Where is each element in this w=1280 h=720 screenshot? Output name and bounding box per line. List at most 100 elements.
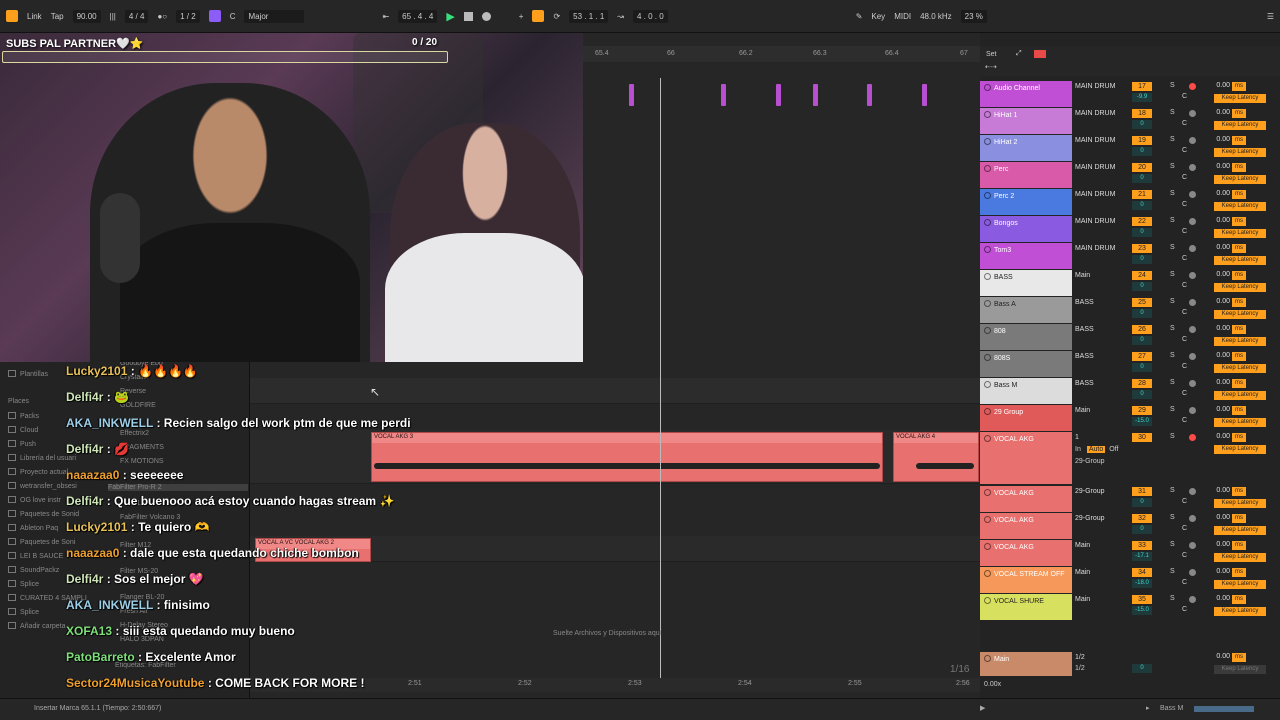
track-delay[interactable]: 0.00 <box>1198 487 1230 496</box>
track-volume[interactable]: 0 <box>1132 498 1152 507</box>
track-number[interactable]: 30 <box>1132 433 1152 442</box>
chat-username[interactable]: Lucky2101 <box>66 364 127 378</box>
keep-latency-button[interactable]: Keep Latency <box>1214 94 1266 103</box>
crossfade-button[interactable]: C <box>1182 336 1187 343</box>
channel-name[interactable]: VOCAL AKG <box>980 486 1072 512</box>
browser-item[interactable]: LEI B SAUCE <box>8 552 63 560</box>
mixer-channel[interactable]: VOCAL AKG 29-Group 32 0 S C 0.00 ms Keep Latency <box>980 513 1280 540</box>
chat-username[interactable]: AKA_INKWELL <box>66 416 153 430</box>
track-volume[interactable]: 0 <box>1132 255 1152 264</box>
audio-clip[interactable]: VOCAL AKG 4 <box>893 432 979 482</box>
metronome-icon[interactable]: ||| <box>110 12 116 21</box>
track-number[interactable]: 27 <box>1132 352 1152 361</box>
track-activator-icon[interactable] <box>984 597 991 604</box>
track-activator-icon[interactable] <box>984 192 991 199</box>
solo-button[interactable]: S <box>1170 487 1175 494</box>
track-volume[interactable]: -15.0 <box>1132 417 1152 426</box>
browser-item[interactable]: Push <box>8 440 36 448</box>
monitor-controls[interactable]: In Auto Off <box>1075 446 1118 453</box>
arm-button[interactable] <box>1189 137 1196 144</box>
mixer-channel[interactable]: Tom3 MAIN DRUM 23 0 S C 0.00 ms Keep Latency <box>980 243 1280 270</box>
keep-latency-button[interactable]: Keep Latency <box>1214 202 1266 211</box>
track-select-icon[interactable]: ▸ <box>1146 704 1150 712</box>
solo-button[interactable]: S <box>1170 82 1175 89</box>
midi-note[interactable] <box>813 84 818 106</box>
output-routing[interactable]: MAIN DRUM <box>1075 218 1115 225</box>
channel-name[interactable]: Audio Channel <box>980 81 1072 107</box>
keep-latency-button[interactable]: Keep Latency <box>1214 121 1266 130</box>
midi-note[interactable] <box>721 84 726 106</box>
midi-note[interactable] <box>922 84 927 106</box>
delay-unit[interactable]: ms <box>1232 217 1246 226</box>
track-number[interactable]: 21 <box>1132 190 1152 199</box>
channel-name[interactable]: BASS <box>980 270 1072 296</box>
track-volume[interactable]: 0 <box>1132 228 1152 237</box>
input-routing[interactable]: 1 <box>1075 434 1079 441</box>
midi-note[interactable] <box>776 84 781 106</box>
track-number[interactable]: 20 <box>1132 163 1152 172</box>
track-delay[interactable]: 0.00 <box>1198 595 1230 604</box>
track-number[interactable]: 34 <box>1132 568 1152 577</box>
track-volume[interactable]: 0 <box>1132 525 1152 534</box>
track-volume[interactable]: -17.1 <box>1132 552 1152 561</box>
keep-latency-button[interactable]: Keep Latency <box>1214 526 1266 535</box>
solo-button[interactable]: S <box>1170 568 1175 575</box>
loop-icon[interactable]: ⟳ <box>553 12 560 21</box>
keep-latency-button[interactable]: Keep Latency <box>1214 445 1266 454</box>
delay-unit[interactable]: ms <box>1232 433 1246 442</box>
track-activator-icon[interactable] <box>984 111 991 118</box>
keep-latency-button[interactable]: Keep Latency <box>1214 148 1266 157</box>
track-number[interactable]: 29 <box>1132 406 1152 415</box>
track-activator-icon[interactable] <box>984 435 991 442</box>
chat-username[interactable]: Delfi4r <box>66 572 103 586</box>
output-routing[interactable]: MAIN DRUM <box>1075 110 1115 117</box>
crossfade-button[interactable]: C <box>1182 363 1187 370</box>
solo-button[interactable]: S <box>1170 271 1175 278</box>
crossfade-button[interactable]: C <box>1182 525 1187 532</box>
arm-button[interactable] <box>1189 83 1196 90</box>
chat-username[interactable]: naaazaa0 <box>66 546 119 560</box>
channel-name[interactable]: Perc 2 <box>980 189 1072 215</box>
browser-item[interactable]: Cloud <box>8 426 38 434</box>
track-activator-icon[interactable] <box>984 489 991 496</box>
delay-unit[interactable]: ms <box>1232 82 1246 91</box>
solo-button[interactable]: S <box>1170 433 1175 440</box>
keep-latency-button[interactable]: Keep Latency <box>1214 665 1266 674</box>
track-volume[interactable]: 0 <box>1132 309 1152 318</box>
output-routing[interactable]: 29-Group <box>1075 458 1105 465</box>
crossfade-button[interactable]: C <box>1182 255 1187 262</box>
track-number[interactable]: 31 <box>1132 487 1152 496</box>
chat-username[interactable]: Delfi4r <box>66 390 103 404</box>
browser-item[interactable]: SoundPackz <box>8 566 59 574</box>
channel-name[interactable]: Bass M <box>980 378 1072 404</box>
draw-mode-icon[interactable] <box>532 10 545 22</box>
channel-name[interactable]: 808S <box>980 351 1072 377</box>
chat-username[interactable]: Delfi4r <box>66 442 103 456</box>
mixer-channel[interactable]: HiHat 2 MAIN DRUM 19 0 S C 0.00 ms Keep Latency <box>980 135 1280 162</box>
keep-latency-button[interactable]: Keep Latency <box>1214 337 1266 346</box>
track-activator-icon[interactable] <box>984 84 991 91</box>
delay-unit[interactable]: ms <box>1232 190 1246 199</box>
solo-button[interactable]: S <box>1170 244 1175 251</box>
channel-name[interactable]: Bass A <box>980 297 1072 323</box>
track-delay[interactable]: 0.00 <box>1198 190 1230 199</box>
tap-button[interactable]: Tap <box>51 12 64 21</box>
mixer-channel[interactable]: Audio Channel MAIN DRUM 17 -9.9 S C 0.00 ms Keep… <box>980 81 1280 108</box>
arm-button[interactable] <box>1189 515 1196 522</box>
track-activator-icon[interactable] <box>984 219 991 226</box>
loop-start[interactable]: 53 . 1 . 1 <box>569 9 609 23</box>
track-number[interactable]: 26 <box>1132 325 1152 334</box>
track-activator-icon[interactable] <box>984 516 991 523</box>
track-delay[interactable]: 0.00 <box>1198 244 1230 253</box>
output-routing[interactable]: BASS <box>1075 380 1094 387</box>
hamburger-icon[interactable]: ☰ <box>1267 12 1274 21</box>
arrows-icon[interactable]: ⇠⇢ <box>985 63 997 71</box>
mixer-channel[interactable]: HiHat 1 MAIN DRUM 18 0 S C 0.00 ms Keep Latency <box>980 108 1280 135</box>
delay-unit[interactable]: ms <box>1232 541 1246 550</box>
arm-button[interactable] <box>1189 110 1196 117</box>
chat-username[interactable]: Sector24MusicaYoutube <box>66 676 204 690</box>
punch-icon[interactable]: ↝ <box>617 12 624 21</box>
chat-username[interactable]: naaazaa0 <box>66 468 119 482</box>
pencil-icon[interactable]: ✎ <box>856 12 863 21</box>
crossfade-button[interactable]: C <box>1182 309 1187 316</box>
